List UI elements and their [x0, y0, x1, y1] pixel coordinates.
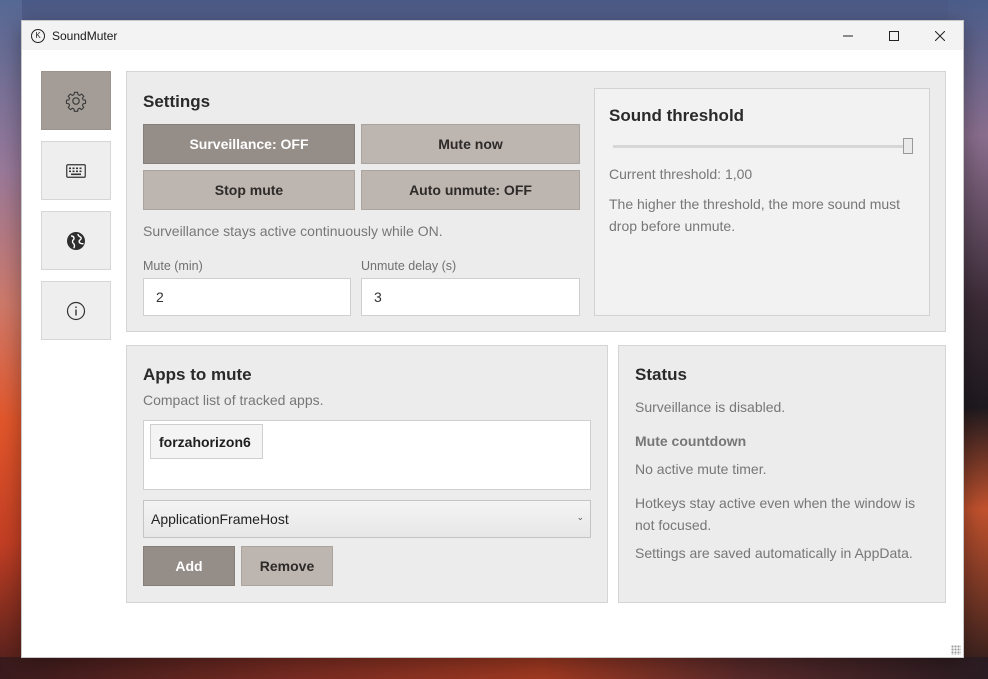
unmute-delay-value: 3: [374, 289, 382, 305]
window-title: SoundMuter: [52, 28, 118, 43]
apps-panel: Apps to mute Compact list of tracked app…: [126, 345, 608, 603]
desktop-background-left: [0, 0, 22, 679]
settings-title: Settings: [143, 92, 211, 111]
sound-threshold-title: Sound threshold: [609, 106, 745, 125]
unmute-delay-input[interactable]: 3: [361, 278, 580, 316]
mute-duration-value: 2: [156, 289, 164, 305]
sidebar: [41, 71, 112, 351]
minimize-icon: [843, 35, 853, 36]
title-bar[interactable]: K SoundMuter: [22, 21, 963, 50]
globe-icon: [67, 231, 85, 250]
status-panel: Status Surveillance is disabled. Mute co…: [618, 345, 946, 603]
keyboard-icon: [66, 163, 86, 178]
apps-title: Apps to mute: [143, 365, 252, 384]
tracked-app-chip[interactable]: forzahorizon6: [150, 424, 263, 459]
close-button[interactable]: [917, 21, 963, 50]
auto-unmute-toggle-button[interactable]: Auto unmute: OFF: [361, 170, 580, 210]
resize-grip[interactable]: [951, 645, 961, 655]
hotkeys-note: Hotkeys stay active even when the window…: [635, 495, 916, 533]
sidebar-item-language[interactable]: [41, 211, 111, 270]
desktop-background-bottom: [0, 657, 988, 679]
mute-duration-label: Mute (min): [143, 259, 203, 273]
surveillance-toggle-button[interactable]: Surveillance: OFF: [143, 124, 355, 164]
app-logo-icon: K: [31, 28, 45, 43]
sound-threshold-panel: Sound threshold Current threshold: 1,00 …: [594, 88, 930, 316]
mute-now-button[interactable]: Mute now: [361, 124, 580, 164]
unmute-delay-label: Unmute delay (s): [361, 259, 457, 273]
surveillance-status-text: Surveillance is disabled.: [635, 399, 786, 415]
process-select[interactable]: ApplicationFrameHost ⌄: [143, 500, 591, 538]
remove-app-button[interactable]: Remove: [241, 546, 333, 586]
threshold-slider-track[interactable]: [613, 145, 913, 148]
window-controls: [825, 21, 963, 50]
threshold-slider-thumb[interactable]: [903, 138, 913, 154]
sidebar-item-hotkeys[interactable]: [41, 141, 111, 200]
settings-panel: Settings Surveillance: OFF Mute now Stop…: [126, 71, 946, 332]
info-icon: [66, 301, 86, 320]
mute-countdown-title: Mute countdown: [635, 433, 747, 449]
close-icon: [935, 30, 945, 41]
status-title: Status: [635, 365, 687, 384]
tracked-apps-list[interactable]: forzahorizon6: [143, 420, 591, 490]
mute-duration-input[interactable]: 2: [143, 278, 351, 316]
gear-icon: [65, 91, 87, 112]
stop-mute-button[interactable]: Stop mute: [143, 170, 355, 210]
apps-subtitle: Compact list of tracked apps.: [143, 392, 324, 408]
sidebar-item-about[interactable]: [41, 281, 111, 340]
mute-countdown-text: No active mute timer.: [635, 461, 767, 477]
add-app-button[interactable]: Add: [143, 546, 235, 586]
app-window: K SoundMuter Settings Surveillance: OFF …: [21, 20, 964, 658]
process-select-value: ApplicationFrameHost: [151, 511, 289, 527]
maximize-icon: [889, 30, 899, 41]
chevron-down-icon: ⌄: [576, 512, 584, 522]
threshold-description: The higher the threshold, the more sound…: [609, 196, 901, 234]
saved-note: Settings are saved automatically in AppD…: [635, 545, 913, 561]
surveillance-hint: Surveillance stays active continuously w…: [143, 223, 443, 239]
minimize-button[interactable]: [825, 21, 871, 50]
sidebar-item-settings[interactable]: [41, 71, 111, 130]
current-threshold-text: Current threshold: 1,00: [609, 166, 753, 182]
maximize-button[interactable]: [871, 21, 917, 50]
